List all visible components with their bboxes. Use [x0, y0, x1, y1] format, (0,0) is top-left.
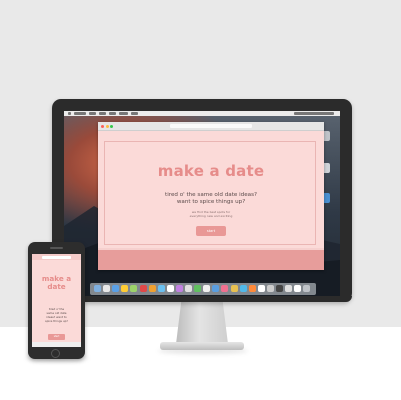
start-button[interactable]: start — [196, 226, 226, 236]
dock-app-icon[interactable] — [112, 285, 120, 292]
mobile-tagline-line: spice things up? — [45, 319, 68, 323]
phone-screen: make a date tired o' the same old date i… — [32, 254, 81, 347]
dock-app-icon[interactable] — [239, 285, 247, 292]
minimize-window-icon[interactable] — [105, 124, 109, 128]
dock-app-icon[interactable] — [185, 285, 192, 292]
monitor-stand-neck — [176, 302, 228, 344]
dock-app-icon[interactable] — [230, 285, 238, 292]
dock-app-icon[interactable] — [212, 285, 220, 292]
desktop-screen: make a date tired o' the same old date i… — [64, 111, 340, 296]
menu-item[interactable] — [89, 112, 96, 115]
dock-app-icon[interactable] — [221, 285, 229, 292]
mobile-start-button[interactable]: start — [48, 334, 65, 340]
phone-browser-toolbar — [32, 342, 81, 347]
menu-item[interactable] — [119, 112, 128, 115]
menu-item[interactable] — [99, 112, 106, 115]
dock-app-icon[interactable] — [194, 285, 202, 292]
mobile-title-line-2: date — [47, 282, 66, 291]
dock-app-icon[interactable] — [303, 285, 311, 292]
menu-item[interactable] — [109, 112, 116, 115]
home-button[interactable] — [51, 349, 60, 358]
dock-app-icon[interactable] — [148, 285, 156, 292]
os-menu-bar — [64, 111, 340, 116]
monitor-stand-base — [160, 342, 244, 350]
site-title: make a date — [157, 162, 265, 180]
menu-item[interactable] — [131, 112, 138, 115]
dock-app-icon[interactable] — [257, 285, 265, 292]
address-bar[interactable] — [170, 124, 252, 128]
maximize-window-icon[interactable] — [110, 124, 113, 128]
phone-speaker — [50, 247, 63, 249]
mobile-phone: make a date tired o' the same old date i… — [28, 242, 85, 359]
browser-toolbar — [98, 122, 324, 131]
dock-app-icon[interactable] — [103, 285, 111, 292]
dock-app-icon[interactable] — [248, 285, 256, 292]
browser-window: make a date tired o' the same old date i… — [98, 122, 324, 270]
dock-app-icon[interactable] — [94, 285, 101, 292]
dock-app-icon[interactable] — [294, 285, 302, 292]
os-dock — [90, 283, 316, 295]
phone-browser-bar — [32, 254, 81, 260]
mobile-site-title: make a date — [32, 275, 81, 291]
monitor-chin — [52, 296, 352, 302]
subtext-line-2: everything new and exciting — [189, 214, 233, 218]
dock-app-icon[interactable] — [276, 285, 283, 292]
phone-address-bar[interactable] — [42, 255, 71, 259]
site-footer-band — [98, 250, 324, 270]
tagline-line-2: want to spice things up? — [176, 199, 246, 205]
dock-app-icon[interactable] — [121, 285, 129, 292]
menu-bar-status-area — [294, 112, 334, 115]
dock-app-icon[interactable] — [157, 285, 165, 292]
dock-app-icon[interactable] — [285, 285, 293, 292]
dock-app-icon[interactable] — [166, 285, 174, 292]
dock-app-icon[interactable] — [203, 285, 211, 292]
menu-item[interactable] — [74, 112, 86, 115]
dock-app-icon[interactable] — [175, 285, 183, 292]
dock-app-icon[interactable] — [139, 285, 147, 292]
dock-app-icon[interactable] — [130, 285, 138, 292]
close-window-icon[interactable] — [101, 124, 104, 128]
dock-app-icon[interactable] — [266, 285, 274, 292]
apple-menu-icon[interactable] — [68, 112, 71, 115]
desktop-monitor: make a date tired o' the same old date i… — [52, 99, 352, 302]
tagline-line-1: tired o' the same old date ideas? — [165, 192, 257, 198]
